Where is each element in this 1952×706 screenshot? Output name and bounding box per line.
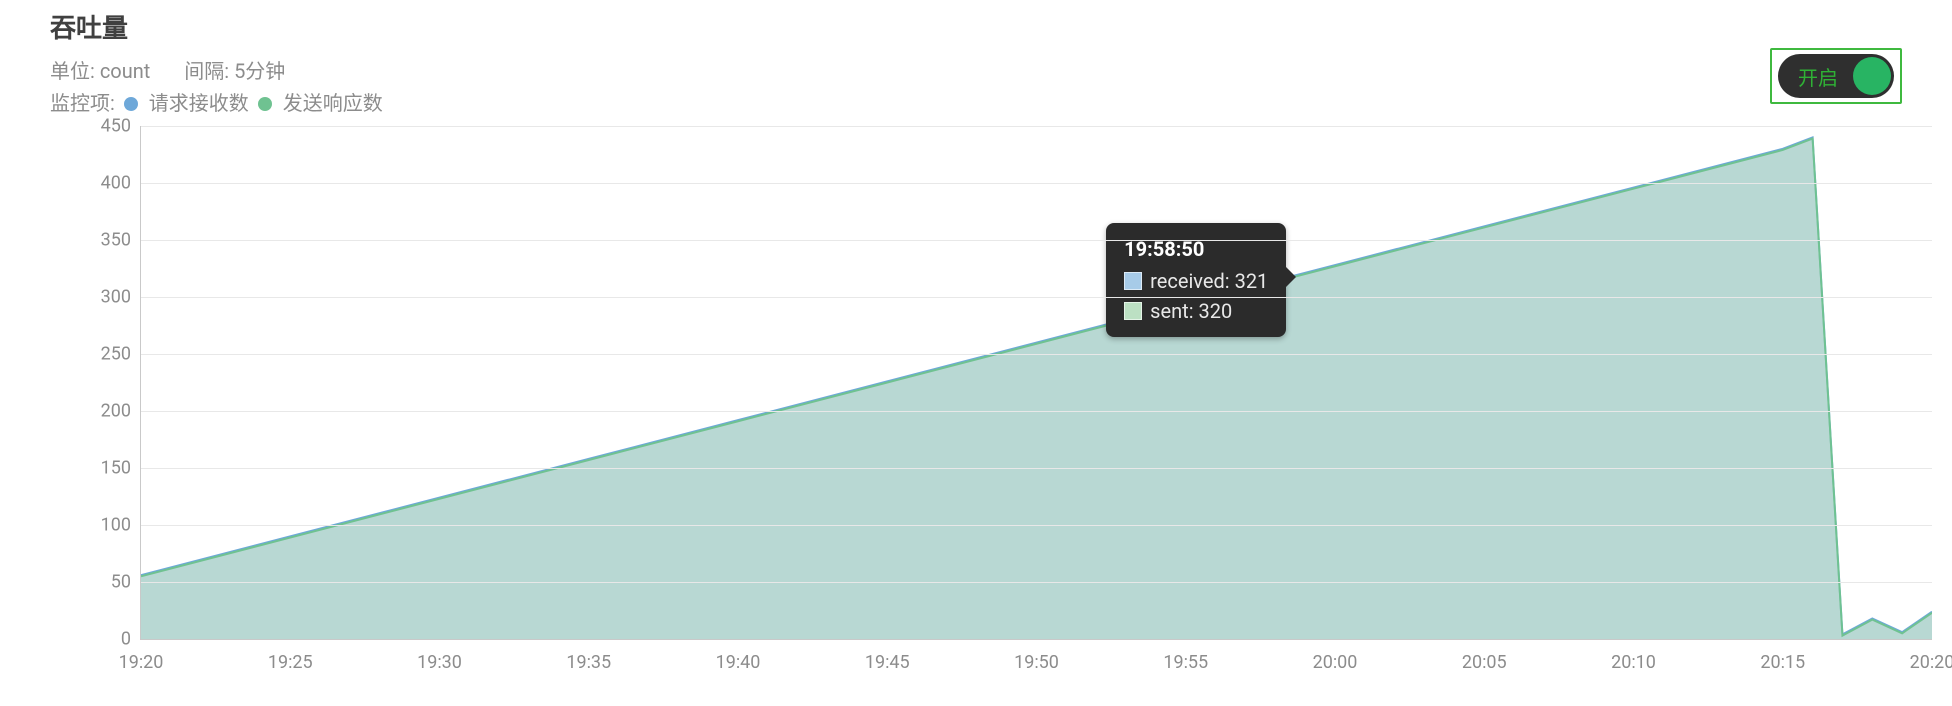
chart-title: 吞吐量 [50, 8, 383, 45]
enable-toggle[interactable]: 开启 [1778, 54, 1894, 98]
chart-plot[interactable]: 19:58:50 received: 321 sent: 320 0501001… [140, 126, 1932, 640]
tooltip-sent-value: 320 [1199, 299, 1233, 323]
legend-dot-received-icon [124, 97, 138, 111]
x-tick: 20:10 [1611, 652, 1656, 673]
unit-value: count [100, 59, 151, 83]
toggle-label: 开启 [1798, 62, 1838, 91]
chart-area: 19:58:50 received: 321 sent: 320 0501001… [50, 120, 1932, 686]
x-tick: 19:40 [716, 652, 761, 673]
tooltip-received-value: 321 [1235, 269, 1269, 293]
x-tick: 20:00 [1313, 652, 1358, 673]
tooltip-arrow-icon [1286, 267, 1296, 287]
legend-dot-sent-icon [258, 97, 272, 111]
legend-row: 监控项: 请求接收数 发送响应数 [50, 87, 383, 119]
tooltip-row-received: received: 321 [1124, 269, 1268, 293]
tooltip-received-label: received [1150, 269, 1225, 293]
x-tick: 20:20 [1910, 652, 1952, 673]
x-tick: 19:45 [865, 652, 910, 673]
legend-received[interactable]: 请求接收数 [149, 91, 249, 115]
interval-value: 5分钟 [234, 59, 285, 83]
x-tick: 19:25 [268, 652, 313, 673]
x-tick: 19:55 [1163, 652, 1208, 673]
unit-interval-row: 单位: count 间隔: 5分钟 [50, 55, 383, 87]
x-tick: 19:20 [119, 652, 164, 673]
legend-sent[interactable]: 发送响应数 [283, 91, 383, 115]
header-left: 吞吐量 单位: count 间隔: 5分钟 监控项: 请求接收数 发送响应数 [50, 8, 383, 119]
interval-label: 间隔: [184, 59, 229, 83]
toggle-knob-icon [1853, 57, 1891, 95]
x-tick: 20:15 [1760, 652, 1805, 673]
tooltip-swatch-received-icon [1124, 272, 1142, 290]
x-tick: 20:05 [1462, 652, 1507, 673]
tooltip-sent-label: sent [1150, 299, 1189, 323]
unit-label: 单位: [50, 59, 95, 83]
x-tick: 19:35 [566, 652, 611, 673]
chart-series-svg [141, 126, 1932, 639]
toggle-highlight: 开启 [1770, 48, 1902, 104]
monitor-label: 监控项: [50, 91, 115, 115]
chart-header: 吞吐量 单位: count 间隔: 5分钟 监控项: 请求接收数 发送响应数 开… [0, 0, 1952, 119]
tooltip-row-sent: sent: 320 [1124, 299, 1268, 323]
x-tick: 19:50 [1014, 652, 1059, 673]
x-tick: 19:30 [417, 652, 462, 673]
tooltip-swatch-sent-icon [1124, 302, 1142, 320]
